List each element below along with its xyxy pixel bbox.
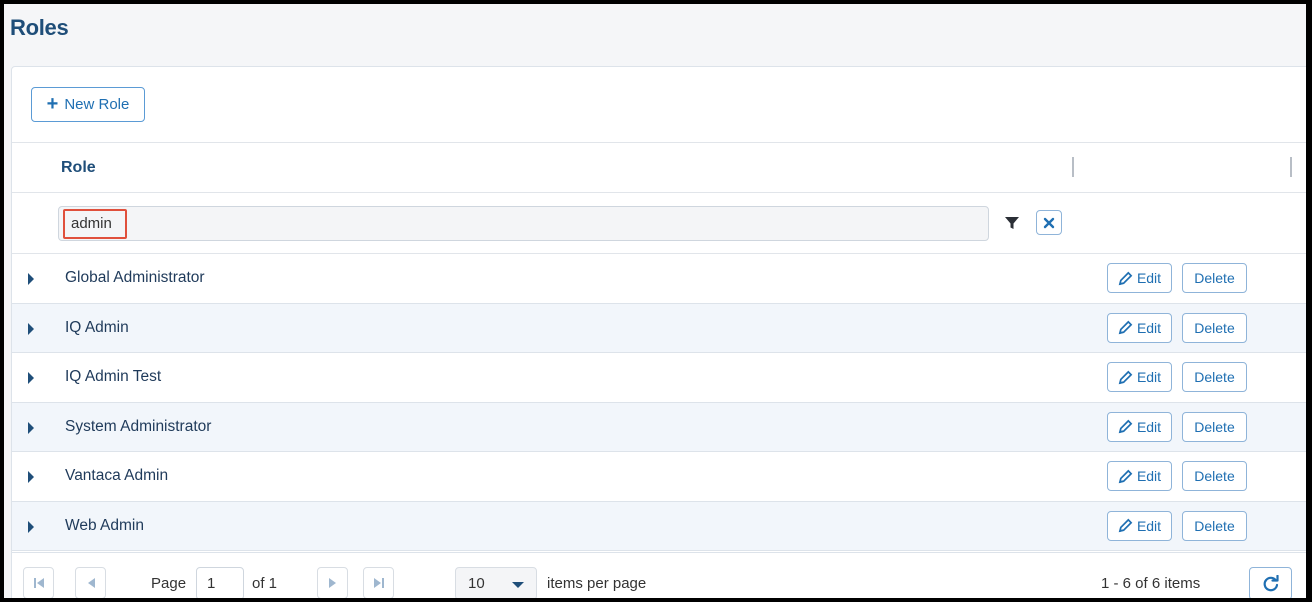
delete-button[interactable]: Delete (1182, 411, 1247, 442)
edit-button[interactable]: Edit (1107, 411, 1172, 442)
pencil-icon (1118, 320, 1133, 335)
delete-label: Delete (1194, 517, 1235, 534)
clear-filter-button[interactable] (1036, 210, 1062, 235)
edit-label: Edit (1136, 418, 1162, 435)
refresh-button[interactable] (1249, 567, 1292, 598)
prev-page-button[interactable] (75, 567, 106, 598)
delete-label: Delete (1194, 319, 1235, 336)
delete-label: Delete (1194, 418, 1235, 435)
column-header-role[interactable]: Role (61, 159, 96, 177)
last-page-button[interactable] (363, 567, 394, 598)
prev-page-icon (87, 578, 95, 588)
items-per-page-label: items per page (547, 575, 647, 592)
table-row: IQ Admin Test Edit Delete (12, 353, 1306, 403)
pencil-icon (1118, 419, 1133, 434)
last-page-icon (373, 578, 384, 588)
first-page-button[interactable] (23, 567, 54, 598)
delete-label: Delete (1194, 468, 1235, 484)
first-page-icon (33, 578, 44, 588)
edit-label: Edit (1136, 468, 1162, 484)
pencil-icon (1118, 518, 1133, 533)
table-row: Vantaca Admin Edit Delete (12, 452, 1306, 502)
grid-header: Role (12, 143, 1306, 193)
caret-right-icon[interactable] (28, 471, 34, 483)
caret-right-icon[interactable] (28, 372, 34, 384)
caret-right-icon[interactable] (28, 322, 34, 335)
chevron-down-icon (512, 582, 524, 588)
role-name: Vantaca Admin (65, 467, 169, 484)
delete-button[interactable]: Delete (1182, 510, 1247, 541)
column-resize-handle[interactable] (1072, 157, 1074, 177)
plus-icon: + (46, 92, 59, 115)
app-frame: Roles + New Role Role admin Global Admin… (4, 4, 1306, 598)
pencil-icon (1118, 271, 1133, 285)
delete-label: Delete (1194, 369, 1235, 385)
edit-label: Edit (1136, 369, 1162, 385)
close-icon (1043, 217, 1055, 228)
table-row: Web Admin Edit Delete (12, 501, 1306, 551)
pencil-icon (1118, 370, 1133, 384)
new-role-button[interactable]: + New Role (31, 87, 145, 122)
pager: Page of 1 10 items per page 1 - 6 of 6 i… (12, 552, 1306, 598)
edit-button[interactable]: Edit (1107, 362, 1172, 392)
table-row: System Administrator Edit Delete (12, 402, 1306, 452)
edit-button[interactable]: Edit (1107, 312, 1172, 343)
page-size-select[interactable]: 10 (455, 567, 537, 598)
page-size-value: 10 (468, 575, 485, 592)
role-name: IQ Admin (65, 318, 129, 336)
edit-label: Edit (1136, 319, 1162, 336)
pager-summary: 1 - 6 of 6 items (1101, 575, 1201, 592)
roles-grid-panel: + New Role Role Global Admin (11, 66, 1306, 598)
delete-button[interactable]: Delete (1182, 263, 1247, 293)
caret-right-icon[interactable] (28, 421, 34, 434)
edit-button[interactable]: Edit (1107, 263, 1172, 293)
column-resize-handle[interactable] (1290, 157, 1292, 177)
role-name: IQ Admin Test (65, 368, 162, 385)
delete-button[interactable]: Delete (1182, 312, 1247, 343)
filter-row (12, 193, 1306, 254)
role-name: Web Admin (65, 516, 144, 534)
edit-label: Edit (1136, 517, 1162, 534)
caret-right-icon[interactable] (28, 273, 34, 285)
role-filter-input[interactable] (58, 206, 989, 241)
table-row: IQ Admin Edit Delete (12, 303, 1306, 353)
delete-button[interactable]: Delete (1182, 461, 1247, 491)
role-name: Global Administrator (65, 269, 205, 286)
delete-label: Delete (1194, 270, 1235, 286)
refresh-icon (1263, 574, 1279, 591)
new-role-label: New Role (64, 96, 130, 113)
page-number-input[interactable] (196, 567, 244, 598)
page-label: Page (151, 575, 187, 592)
caret-right-icon[interactable] (28, 520, 34, 533)
role-name: System Administrator (65, 417, 212, 435)
table-row: Global Administrator Edit Delete (12, 254, 1306, 304)
grid-body: Global Administrator Edit Delete IQ Admi… (12, 254, 1306, 551)
next-page-icon (328, 578, 336, 588)
next-page-button[interactable] (317, 567, 348, 598)
page-count-label: of 1 (252, 575, 278, 592)
edit-button[interactable]: Edit (1107, 461, 1172, 491)
pencil-icon (1118, 469, 1133, 483)
filter-icon[interactable] (1004, 215, 1020, 231)
edit-label: Edit (1136, 270, 1162, 286)
delete-button[interactable]: Delete (1182, 362, 1247, 392)
edit-button[interactable]: Edit (1107, 510, 1172, 541)
page-title: Roles (10, 15, 69, 40)
grid-toolbar: + New Role (12, 67, 1306, 143)
